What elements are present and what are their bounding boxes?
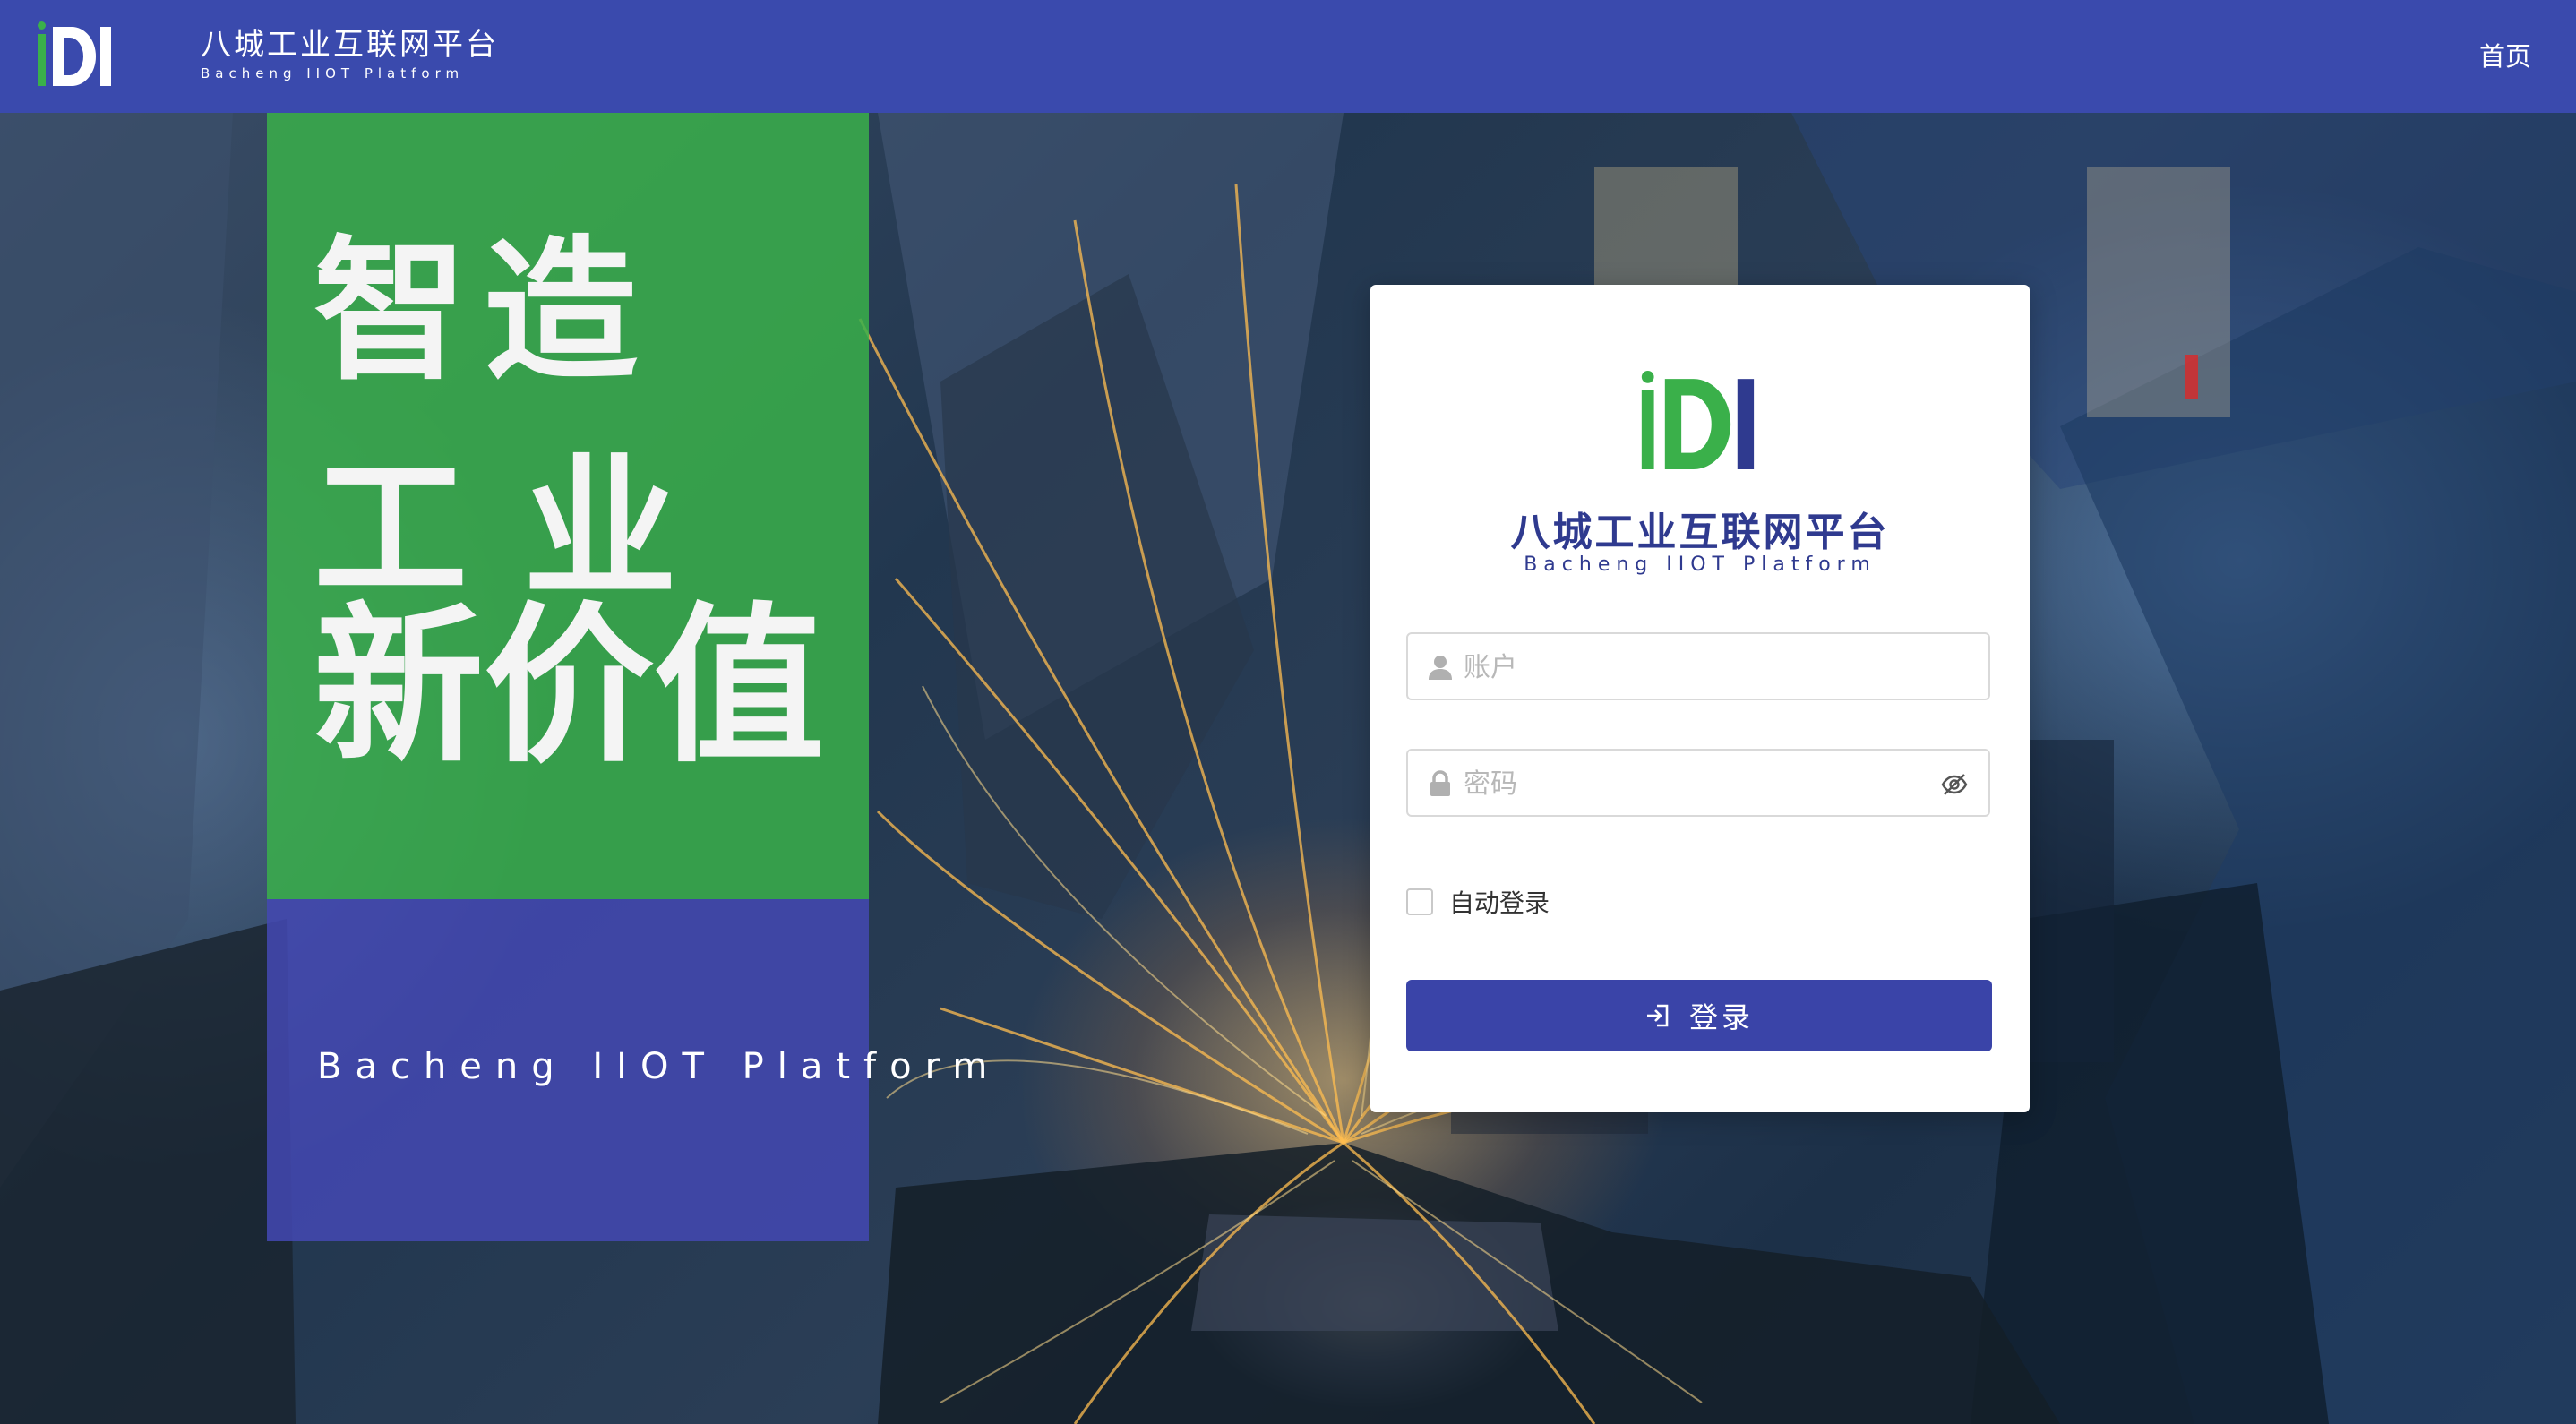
top-navbar: 八城工业互联网平台 Bacheng IIOT Platform 首页	[0, 0, 2576, 113]
checkbox-box[interactable]	[1406, 888, 1433, 915]
header-brand-en: Bacheng IIOT Platform	[201, 65, 465, 81]
login-button-label: 登录	[1688, 1000, 1754, 1034]
login-brand-en: Bacheng IIOT Platform	[1524, 553, 1876, 576]
login-button[interactable]: 登录	[1406, 980, 1992, 1051]
user-icon	[1429, 656, 1452, 680]
login-brand-cn: 八城工业互联网平台	[1510, 510, 1890, 555]
auto-login-checkbox[interactable]: 自动登录	[1406, 887, 1550, 918]
login-card: 八城工业互联网平台 Bacheng IIOT Platform 自动登录 登录	[1370, 285, 2030, 1112]
login-logo-icon	[1641, 371, 1755, 469]
password-field[interactable]	[1406, 749, 1990, 817]
hero-slogan-line2: 工业	[313, 439, 733, 619]
hero-subtitle: Bacheng IIOT Platform	[317, 1046, 1001, 1087]
logo-icon	[38, 21, 111, 86]
password-input[interactable]	[1462, 751, 1931, 817]
auto-login-label: 自动登录	[1449, 888, 1550, 918]
nav-home-link[interactable]: 首页	[2479, 36, 2531, 73]
login-icon	[1646, 1004, 1669, 1027]
account-input[interactable]	[1462, 634, 1931, 700]
lock-icon	[1430, 770, 1450, 796]
hero-slogan-line3: 新价值	[313, 588, 825, 785]
header-brand-cn: 八城工业互联网平台	[201, 27, 499, 63]
hero-slogan-line1: 智造	[313, 221, 654, 401]
header-brand: 八城工业互联网平台 Bacheng IIOT Platform	[201, 25, 499, 82]
eye-slash-icon[interactable]	[1940, 770, 1969, 799]
account-field[interactable]	[1406, 632, 1990, 700]
